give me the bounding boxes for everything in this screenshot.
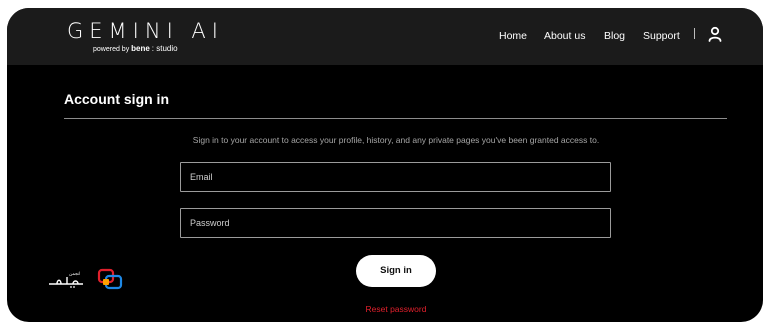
tagline-suffix: : studio xyxy=(151,44,178,53)
nav-blog[interactable]: Blog xyxy=(604,29,625,43)
email-field[interactable] xyxy=(180,162,611,192)
site-header: GEMINI AI powered by bene : studio Home … xyxy=(7,8,763,65)
email-input[interactable] xyxy=(181,163,610,191)
nav-about-us[interactable]: About us xyxy=(544,29,585,43)
logo-tagline: powered by bene : studio xyxy=(93,44,178,55)
site-logo[interactable]: GEMINI AI xyxy=(67,20,224,42)
aptek-watermark: انجمن xyxy=(47,267,127,291)
page-title: Account sign in xyxy=(64,91,169,107)
tagline-prefix: powered by xyxy=(93,46,130,53)
reset-password-link[interactable]: Reset password xyxy=(7,303,763,315)
user-icon[interactable] xyxy=(707,26,723,42)
tagline-brand: bene xyxy=(131,44,150,53)
nav-home[interactable]: Home xyxy=(499,29,527,43)
password-input[interactable] xyxy=(181,209,610,237)
svg-text:انجمن: انجمن xyxy=(69,272,80,277)
title-divider xyxy=(64,118,727,119)
nav-support[interactable]: Support xyxy=(643,29,680,43)
sign-in-button[interactable]: Sign in xyxy=(356,255,436,287)
password-field[interactable] xyxy=(180,208,611,238)
nav-divider xyxy=(694,28,695,39)
app-window: GEMINI AI powered by bene : studio Home … xyxy=(7,8,763,322)
sign-in-description: Sign in to your account to access your p… xyxy=(192,135,600,145)
